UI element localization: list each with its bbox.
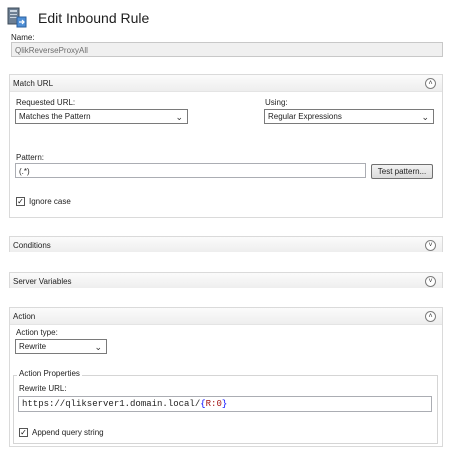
- ignore-case-checkbox[interactable]: ✓: [16, 197, 25, 206]
- expand-down-icon[interactable]: ˅: [425, 240, 436, 251]
- page-title: Edit Inbound Rule: [38, 10, 150, 26]
- test-pattern-button[interactable]: Test pattern...: [371, 164, 433, 179]
- chevron-down-icon: ⌄: [94, 342, 102, 352]
- using-select[interactable]: Regular Expressions ⌄: [264, 109, 434, 124]
- rewrite-url-label: Rewrite URL:: [19, 384, 67, 393]
- using-value: Regular Expressions: [268, 112, 342, 121]
- using-label: Using:: [265, 98, 288, 107]
- requested-url-value: Matches the Pattern: [19, 112, 91, 121]
- conditions-section: Conditions ˅: [9, 236, 443, 252]
- rewrite-url-input[interactable]: https://qlikserver1.domain.local/{R:0}: [18, 396, 432, 412]
- action-header[interactable]: Action ˄: [10, 308, 442, 325]
- name-field[interactable]: QlikReverseProxyAll: [11, 42, 443, 57]
- action-type-label: Action type:: [16, 328, 58, 337]
- name-label: Name:: [11, 33, 35, 42]
- rewrite-url-prefix: https://qlikserver1.domain.local/: [22, 399, 201, 409]
- conditions-title: Conditions: [13, 241, 51, 250]
- action-type-value: Rewrite: [19, 342, 47, 351]
- inbound-rule-icon: [5, 7, 27, 29]
- pattern-label: Pattern:: [16, 153, 45, 162]
- chevron-down-icon: ⌄: [175, 112, 183, 122]
- requested-url-label: Requested URL:: [16, 98, 76, 107]
- ignore-case-label: Ignore case: [29, 197, 71, 206]
- requested-url-select[interactable]: Matches the Pattern ⌄: [15, 109, 188, 124]
- action-type-select[interactable]: Rewrite ⌄: [15, 339, 107, 354]
- server-variables-header[interactable]: Server Variables ˅: [10, 273, 442, 288]
- match-url-header[interactable]: Match URL ˄: [10, 75, 442, 92]
- append-query-checkbox[interactable]: ✓: [19, 428, 28, 437]
- action-properties-title: Action Properties: [17, 369, 82, 378]
- rewrite-url-variable: R:0: [205, 399, 222, 409]
- append-query-label: Append query string: [32, 428, 104, 437]
- rewrite-url-close-brace: }: [221, 399, 228, 409]
- server-variables-title: Server Variables: [13, 277, 72, 286]
- server-variables-section: Server Variables ˅: [9, 272, 443, 288]
- conditions-header[interactable]: Conditions ˅: [10, 237, 442, 252]
- match-url-title: Match URL: [13, 79, 54, 88]
- chevron-down-icon: ⌄: [421, 112, 429, 122]
- collapse-up-icon[interactable]: ˄: [425, 78, 436, 89]
- collapse-up-icon[interactable]: ˄: [425, 311, 436, 322]
- match-url-section: Match URL ˄: [9, 74, 443, 218]
- pattern-input[interactable]: (.*): [15, 163, 366, 178]
- action-title: Action: [13, 312, 36, 321]
- expand-down-icon[interactable]: ˅: [425, 276, 436, 287]
